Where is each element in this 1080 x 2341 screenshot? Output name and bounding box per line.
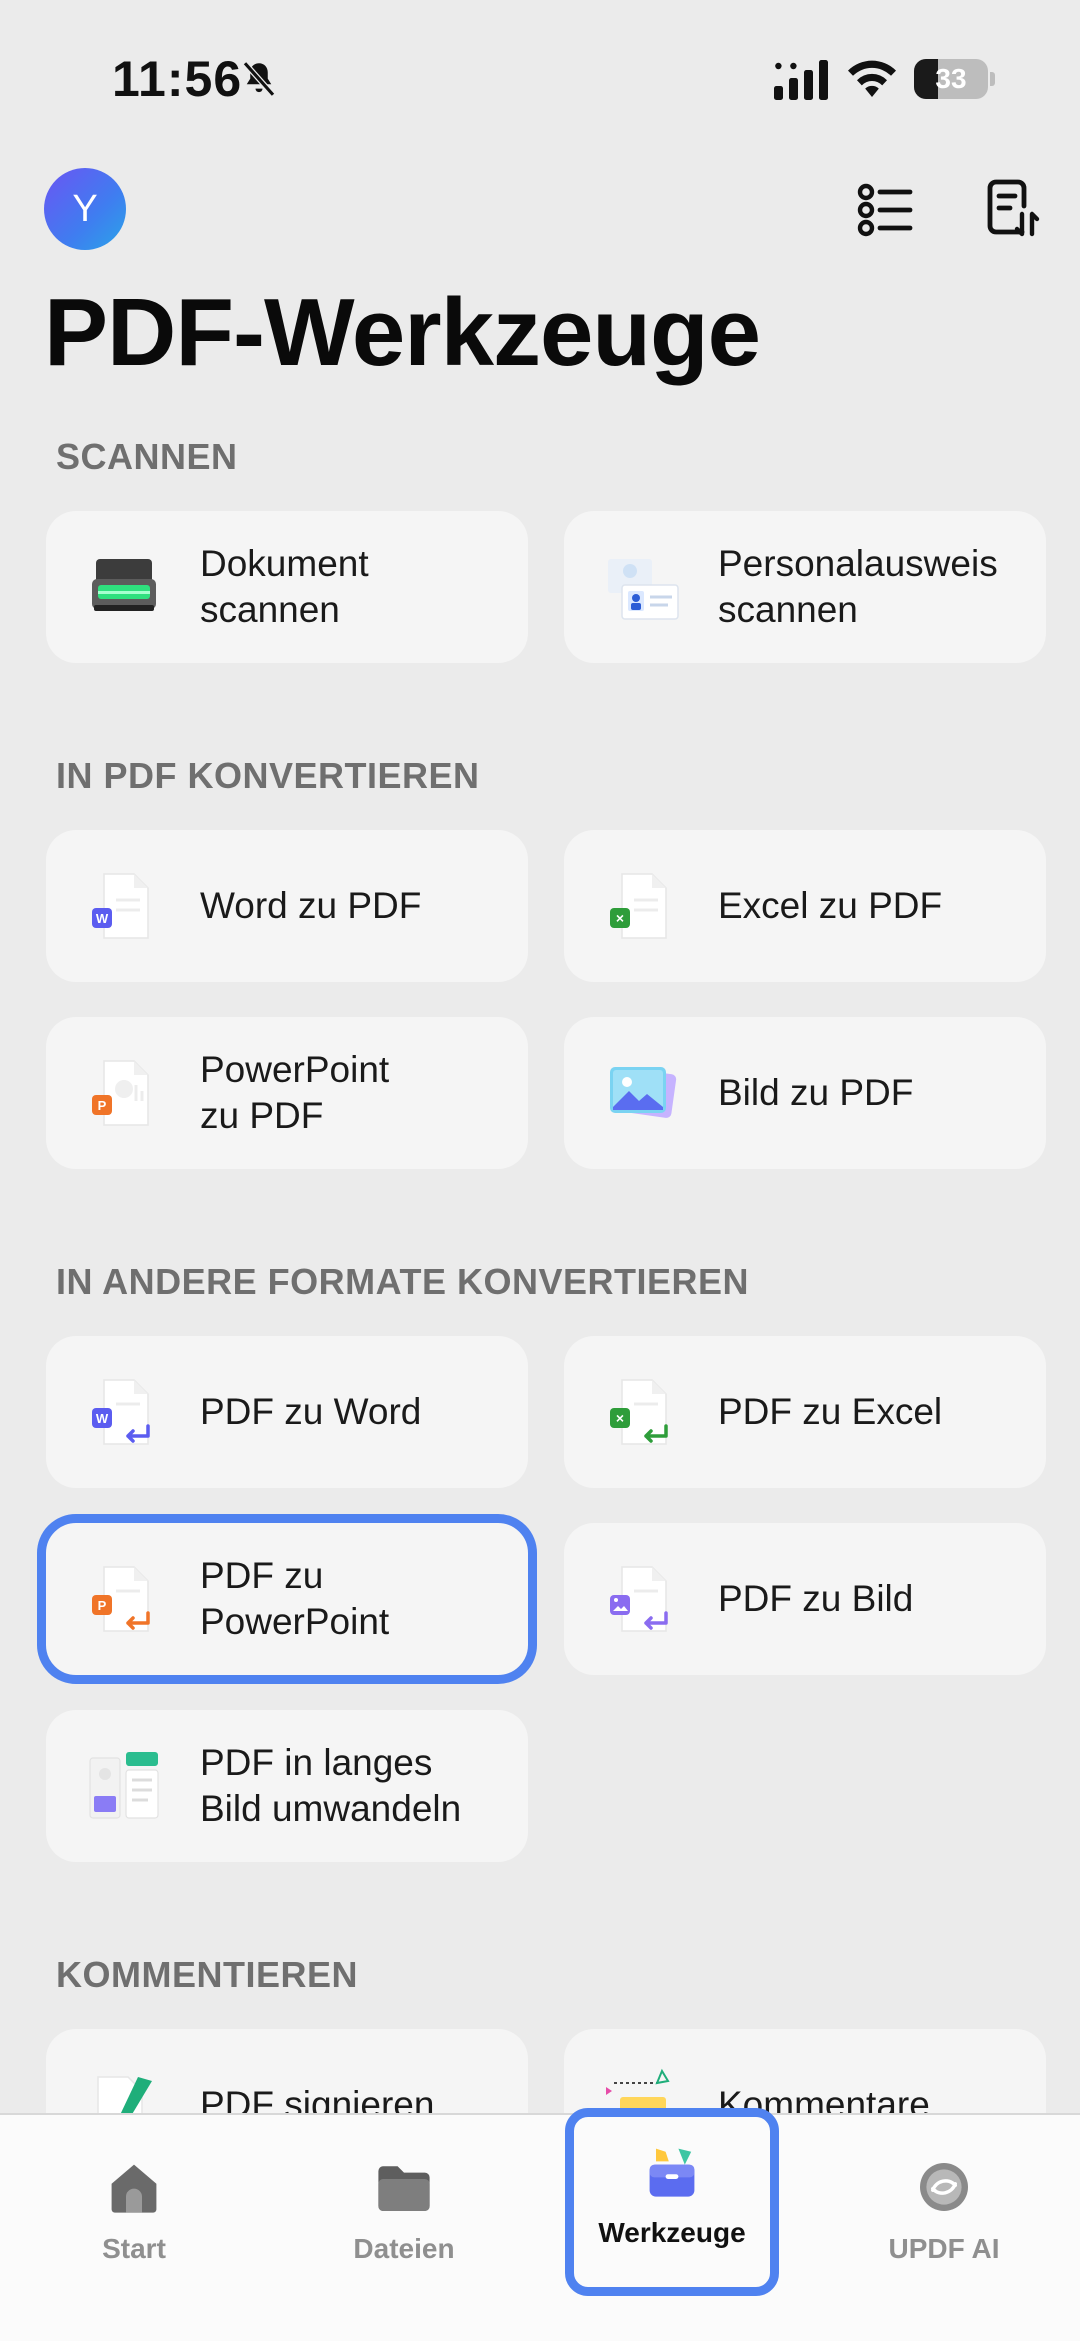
excel-to-pdf-label: Excel zu PDF xyxy=(718,885,943,926)
pdf-to-ppt-label: PDF zu PowerPoint xyxy=(200,1555,390,1642)
pdf-to-word-card[interactable]: W PDF zu Word xyxy=(46,1336,528,1488)
tab-files[interactable]: Dateien xyxy=(304,2139,504,2279)
status-time: 11:56 xyxy=(112,51,243,107)
tab-start-label: Start xyxy=(102,2233,166,2264)
bell-muted-icon xyxy=(242,61,276,97)
image-to-pdf-label: Bild zu PDF xyxy=(718,1072,914,1113)
svg-text:P: P xyxy=(98,1098,107,1113)
pdf-to-powerpoint-icon: P xyxy=(92,1566,150,1632)
battery-percent: 33 xyxy=(935,63,967,94)
pdf-to-word-icon: W xyxy=(92,1379,150,1445)
id-card-icon xyxy=(608,559,679,620)
svg-text:W: W xyxy=(96,1411,109,1426)
image-to-pdf-card[interactable]: Bild zu PDF xyxy=(564,1017,1046,1169)
pdf-to-image-icon xyxy=(610,1566,668,1632)
excel-file-icon: × xyxy=(610,873,667,939)
long-image-icon xyxy=(89,1752,159,1819)
pdf-to-image-label: PDF zu Bild xyxy=(718,1578,914,1619)
scan-document-label: Dokument scannen xyxy=(200,543,369,630)
battery-cap xyxy=(990,72,995,86)
toolbox-icon xyxy=(649,2148,695,2197)
tab-tools-label: Werkzeuge xyxy=(598,2217,746,2248)
pdf-long-image-card[interactable]: PDF in langes Bild umwandeln xyxy=(46,1710,528,1862)
word-file-icon: W xyxy=(92,873,149,939)
ppt-to-pdf-card[interactable]: P PowerPoint zu PDF xyxy=(46,1017,528,1169)
folder-icon xyxy=(378,2166,430,2211)
svg-text:×: × xyxy=(616,910,624,926)
section-to-pdf-title: IN PDF KONVERTIEREN xyxy=(56,755,480,796)
bottom-tab-bar: Start Dateien Werkzeuge UPDF AI xyxy=(0,2108,1080,2341)
scan-id-label: Personalausweis scannen xyxy=(718,543,998,630)
svg-text:P: P xyxy=(98,1598,107,1613)
tab-tools[interactable]: Werkzeuge xyxy=(565,2108,779,2296)
page-title: PDF-Werkzeuge xyxy=(44,279,761,386)
tab-files-label: Dateien xyxy=(353,2233,455,2264)
tab-ai-label: UPDF AI xyxy=(888,2233,1000,2264)
pdf-to-image-card[interactable]: PDF zu Bild xyxy=(564,1523,1046,1675)
pdf-to-ppt-card[interactable]: P PDF zu PowerPoint xyxy=(37,1514,537,1684)
section-comment-title: KOMMENTIEREN xyxy=(56,1954,358,1995)
wifi-icon xyxy=(848,60,896,97)
powerpoint-file-icon: P xyxy=(92,1060,149,1126)
pdf-to-word-label: PDF zu Word xyxy=(200,1391,422,1432)
scan-document-card[interactable]: Dokument scannen xyxy=(46,511,528,663)
image-file-icon xyxy=(610,1067,677,1118)
avatar-initial: Y xyxy=(72,187,98,230)
battery-indicator: 33 xyxy=(914,59,988,99)
pdf-long-image-label: PDF in langes Bild umwandeln xyxy=(200,1742,462,1829)
ai-orb-icon xyxy=(920,2163,968,2211)
pdf-to-excel-icon: × xyxy=(610,1379,668,1445)
signal-icon xyxy=(774,60,828,100)
scanner-icon xyxy=(92,559,156,611)
home-icon xyxy=(111,2164,157,2213)
tab-ai[interactable]: UPDF AI xyxy=(844,2139,1044,2279)
word-to-pdf-label: Word zu PDF xyxy=(200,885,422,926)
tab-start[interactable]: Start xyxy=(34,2139,234,2279)
section-scan-title: SCANNEN xyxy=(56,436,238,477)
avatar[interactable]: Y xyxy=(44,168,126,250)
section-from-pdf-title: IN ANDERE FORMATE KONVERTIEREN xyxy=(56,1261,750,1302)
scan-id-card[interactable]: Personalausweis scannen xyxy=(564,511,1046,663)
excel-to-pdf-card[interactable]: × Excel zu PDF xyxy=(564,830,1046,982)
list-view-icon[interactable] xyxy=(854,178,914,238)
ppt-to-pdf-label: PowerPoint zu PDF xyxy=(200,1049,390,1136)
svg-text:×: × xyxy=(616,1410,624,1426)
pdf-to-excel-card[interactable]: × PDF zu Excel xyxy=(564,1336,1046,1488)
status-bar: 11:56 33 xyxy=(0,0,1080,160)
word-to-pdf-card[interactable]: W Word zu PDF xyxy=(46,830,528,982)
document-sort-icon[interactable] xyxy=(982,178,1042,238)
pdf-to-excel-label: PDF zu Excel xyxy=(718,1391,943,1432)
svg-text:W: W xyxy=(96,911,109,926)
